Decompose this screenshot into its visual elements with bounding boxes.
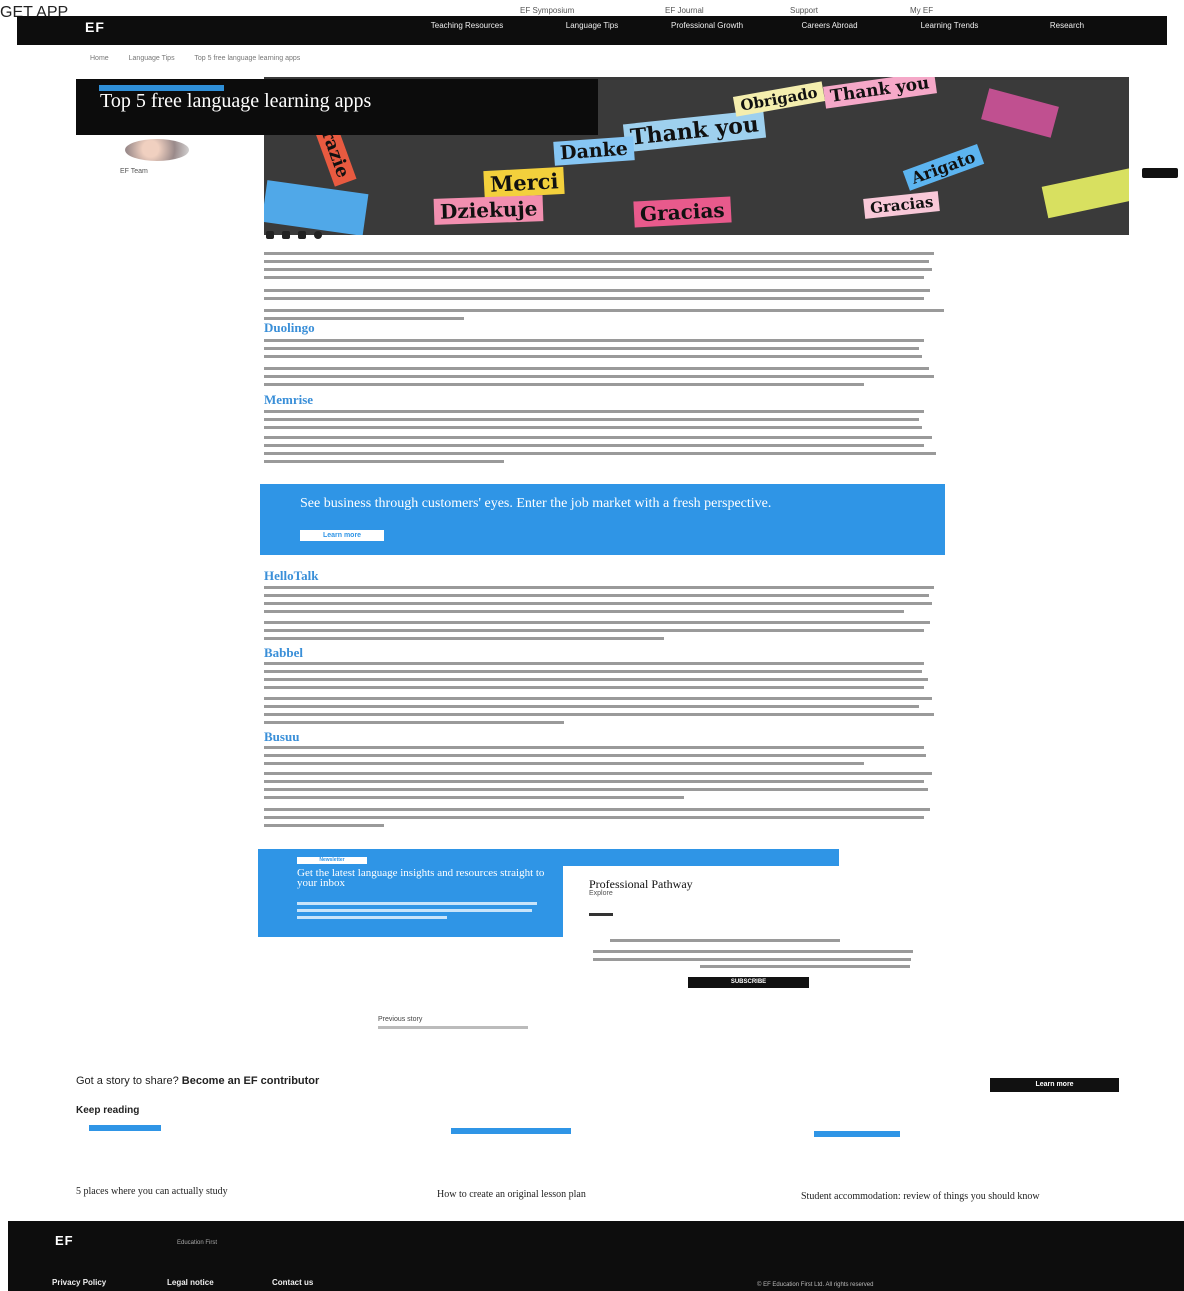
related-tag[interactable]	[89, 1125, 161, 1131]
section-heading: Memrise	[264, 392, 314, 407]
callout-button[interactable]: Learn more	[300, 530, 384, 541]
hero-word: Danke	[553, 136, 635, 166]
nav-item-professional[interactable]: Professional Growth	[657, 21, 757, 31]
breadcrumb-item[interactable]: Language Tips	[129, 55, 175, 62]
hero-word: Arigato	[902, 144, 984, 191]
section-heading: Babbel	[264, 645, 304, 660]
breadcrumb-current: Top 5 free language learning apps	[194, 55, 301, 62]
footer-link-contact[interactable]: Contact us	[272, 1278, 313, 1287]
main-nav: EF Teaching Resources Language Tips Prof…	[17, 16, 1167, 45]
author-name[interactable]: EF Team	[120, 168, 148, 175]
nav-item-teaching[interactable]: Teaching Resources	[417, 21, 517, 31]
side-scroll-tab[interactable]	[1142, 168, 1178, 178]
cta-bold: Become an EF contributor	[181, 1075, 320, 1087]
related-tag[interactable]	[451, 1128, 571, 1134]
hero-word: Thank you	[622, 109, 767, 153]
hero-word: Gracias	[863, 191, 941, 219]
footer-logo[interactable]: EF	[55, 1233, 74, 1248]
footer-tagline: Education First	[177, 1240, 218, 1246]
nav-item-trends[interactable]: Learning Trends	[902, 21, 997, 31]
breadcrumb-item[interactable]: Home	[90, 55, 109, 62]
related-article-title[interactable]: How to create an original lesson plan	[437, 1189, 737, 1200]
previous-story-link[interactable]: Previous story	[378, 1016, 422, 1023]
hero-word: Gracias	[633, 196, 732, 228]
callout-title: See business through customers' eyes. En…	[300, 496, 772, 511]
footer-copyright: © EF Education First Ltd. All rights res…	[757, 1282, 874, 1288]
nav-item-careers[interactable]: Careers Abroad	[782, 21, 877, 31]
hero-word: Merci	[483, 166, 566, 199]
learn-more-button[interactable]: Learn more	[990, 1078, 1119, 1092]
keep-reading-label: Keep reading	[76, 1105, 140, 1116]
footer-link-legal[interactable]: Legal notice	[167, 1278, 214, 1287]
twitter-icon[interactable]	[282, 231, 290, 239]
subscribe-button[interactable]: SUBSCRIBE	[688, 977, 809, 988]
logo[interactable]: EF	[85, 19, 105, 35]
article-title: Top 5 free language learning apps	[100, 90, 372, 112]
promo-tag: Newsletter	[297, 857, 367, 864]
related-article-title[interactable]: 5 places where you can actually study	[76, 1186, 376, 1197]
related-tag[interactable]	[814, 1131, 900, 1137]
hero-word: Obrigado	[732, 81, 825, 117]
facebook-icon[interactable]	[266, 231, 274, 239]
hero-word: Dziekuje	[433, 195, 544, 225]
avatar	[125, 139, 189, 161]
section-heading: HelloTalk	[264, 568, 319, 583]
section-heading: Duolingo	[264, 320, 315, 335]
footer-link-privacy[interactable]: Privacy Policy	[52, 1278, 106, 1287]
email-icon[interactable]	[314, 231, 322, 239]
linkedin-icon[interactable]	[298, 231, 306, 239]
cta-lead: Got a story to share?	[76, 1075, 179, 1087]
breadcrumb: Home Language Tips Top 5 free language l…	[90, 55, 318, 62]
related-article-title[interactable]: Student accommodation: review of things …	[801, 1191, 1101, 1202]
nav-item-language-tips[interactable]: Language Tips	[552, 21, 632, 31]
callout-banner	[260, 484, 945, 555]
promo-title: Get the latest language insights and res…	[297, 867, 545, 889]
contributor-cta: Got a story to share? Become an EF contr…	[76, 1075, 319, 1087]
nav-item-research[interactable]: Research	[1022, 21, 1112, 31]
section-heading: Busuu	[264, 729, 300, 744]
card-subtitle: Explore	[589, 890, 613, 897]
hero-word: Thank you	[823, 77, 937, 109]
